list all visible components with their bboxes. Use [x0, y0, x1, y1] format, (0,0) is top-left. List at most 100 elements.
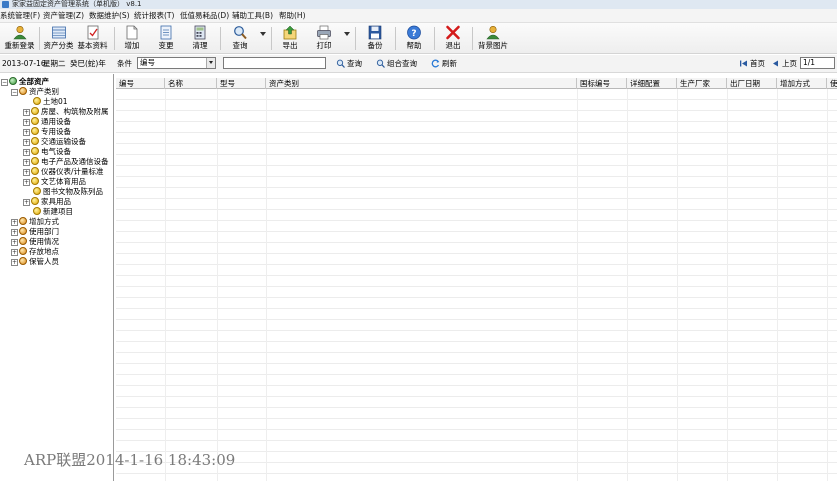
menu-help[interactable]: 帮助(H) [279, 10, 306, 22]
relogin-button[interactable]: 重新登录 [3, 25, 36, 52]
column-header-add-method[interactable]: 增加方式 [777, 78, 827, 89]
tree-node-category[interactable]: + 专用设备 [23, 127, 71, 137]
expand-icon[interactable]: + [23, 159, 30, 166]
condition-select[interactable]: 编号 [137, 57, 216, 69]
current-date: 2013-07-16 [2, 59, 46, 68]
query-dropdown-arrow[interactable] [260, 32, 266, 36]
prev-page-button[interactable]: 上页 [771, 58, 797, 69]
exit-button[interactable]: 退出 [439, 25, 467, 52]
asset-category-button[interactable]: 资产分类 [42, 25, 75, 52]
tree-node-category[interactable]: + 通用设备 [23, 117, 71, 127]
tree-node-category[interactable]: + 仪器仪表/计量标准 [23, 167, 104, 177]
expand-icon[interactable]: + [11, 229, 18, 236]
tree-node-category[interactable]: + 交通运输设备 [23, 137, 86, 147]
column-header-manufacture-date[interactable]: 出厂日期 [727, 78, 777, 89]
toolbar-separator [434, 27, 435, 50]
print-dropdown-arrow[interactable] [344, 32, 350, 36]
column-header-code[interactable]: 编号 [116, 78, 165, 89]
expand-icon[interactable]: + [23, 109, 30, 116]
menu-system[interactable]: 系统管理(F) [0, 10, 40, 22]
expand-icon[interactable]: + [11, 249, 18, 256]
background-image-button[interactable]: 背景图片 [476, 25, 510, 52]
menu-low-value[interactable]: 低值易耗品(D) [180, 10, 229, 22]
collapse-icon[interactable]: − [1, 79, 8, 86]
tree-node-group[interactable]: + 存放地点 [11, 247, 59, 257]
folder-icon [19, 237, 27, 245]
expand-icon[interactable]: + [11, 219, 18, 226]
document-check-icon [87, 25, 98, 40]
column-header-name[interactable]: 名称 [165, 78, 217, 89]
expand-icon[interactable]: + [23, 119, 30, 126]
combined-query-link[interactable]: 组合查询 [376, 58, 417, 69]
tree-node-category[interactable]: 土地01 [33, 97, 68, 107]
tree-node-asset-category[interactable]: − 资产类别 [11, 87, 59, 97]
chevron-down-icon[interactable] [206, 58, 215, 68]
expand-icon[interactable]: + [23, 149, 30, 156]
tree-node-category[interactable]: + 文艺体育用品 [23, 177, 86, 187]
menu-reports[interactable]: 统计报表(T) [134, 10, 174, 22]
user-icon [486, 25, 500, 40]
tree-node-group[interactable]: + 使用情况 [11, 237, 59, 247]
toolbar-separator [114, 27, 115, 50]
column-divider [266, 89, 267, 481]
category-icon [31, 177, 39, 185]
title-bar: 家家益固定资产管理系统（单机版） v8.1 [0, 0, 837, 9]
asset-grid: 编号 名称 型号 资产类别 国标编号 详细配置 生产厂家 出厂日期 增加方式 使 [116, 78, 837, 481]
column-header-configuration[interactable]: 详细配置 [627, 78, 677, 89]
magnifier-icon [336, 59, 345, 68]
page-input[interactable]: 1/1 [800, 57, 835, 69]
search-input[interactable] [223, 57, 326, 69]
refresh-link[interactable]: 刷新 [431, 58, 457, 69]
backup-button[interactable]: 备份 [361, 25, 389, 52]
export-icon [283, 25, 297, 40]
query-link[interactable]: 查询 [336, 58, 362, 69]
basic-data-button[interactable]: 基本资料 [76, 25, 109, 52]
tree-node-category[interactable]: + 电气设备 [23, 147, 71, 157]
floppy-disk-icon [368, 25, 382, 40]
print-button[interactable]: 打印 [310, 25, 338, 52]
help-button[interactable]: ? 帮助 [400, 25, 428, 52]
folder-icon [19, 227, 27, 235]
column-header-asset-category[interactable]: 资产类别 [266, 78, 577, 89]
menu-tools[interactable]: 辅助工具(B) [232, 10, 273, 22]
expand-icon[interactable]: + [23, 179, 30, 186]
menu-asset[interactable]: 资产管理(Z) [43, 10, 84, 22]
tree-node-category[interactable]: 图书文物及陈列品 [33, 187, 103, 197]
expand-icon[interactable]: + [23, 199, 30, 206]
tree-node-category[interactable]: + 电子产品及通信设备 [23, 157, 109, 167]
tree-node-category[interactable]: + 房屋、构筑物及附属 [23, 107, 109, 117]
tree-node-root[interactable]: − 全部资产 [1, 77, 49, 87]
expand-icon[interactable]: + [11, 259, 18, 266]
column-divider [217, 89, 218, 481]
column-header-usage[interactable]: 使 [827, 78, 837, 89]
tree-node-group[interactable]: + 保管人员 [11, 257, 59, 267]
tree-node-group[interactable]: + 使用部门 [11, 227, 59, 237]
column-header-model[interactable]: 型号 [217, 78, 266, 89]
column-header-national-code[interactable]: 国标编号 [577, 78, 627, 89]
expand-icon[interactable]: + [23, 169, 30, 176]
change-button[interactable]: 变更 [152, 25, 180, 52]
toolbar-separator [355, 27, 356, 50]
expand-icon[interactable]: + [23, 129, 30, 136]
expand-icon[interactable]: + [23, 139, 30, 146]
column-divider [677, 89, 678, 481]
expand-icon[interactable]: + [11, 239, 18, 246]
category-icon [31, 197, 39, 205]
query-button[interactable]: 查询 [226, 25, 254, 52]
toolbar-separator [220, 27, 221, 50]
tree-node-group[interactable]: + 增加方式 [11, 217, 59, 227]
clear-button[interactable]: 清理 [186, 25, 214, 52]
tree-node-category[interactable]: + 家具用品 [23, 197, 71, 207]
calculator-icon [194, 25, 206, 40]
toolbar-separator [395, 27, 396, 50]
menu-data-maintenance[interactable]: 数据维护(S) [89, 10, 130, 22]
folder-icon [19, 217, 27, 225]
grid-body[interactable] [116, 89, 837, 481]
tree-node-category[interactable]: 新建项目 [33, 207, 73, 217]
first-page-button[interactable]: 首页 [739, 58, 765, 69]
collapse-icon[interactable]: − [11, 89, 18, 96]
condition-label: 条件 [117, 59, 132, 68]
column-header-manufacturer[interactable]: 生产厂家 [677, 78, 727, 89]
export-button[interactable]: 导出 [276, 25, 304, 52]
add-button[interactable]: 增加 [118, 25, 146, 52]
